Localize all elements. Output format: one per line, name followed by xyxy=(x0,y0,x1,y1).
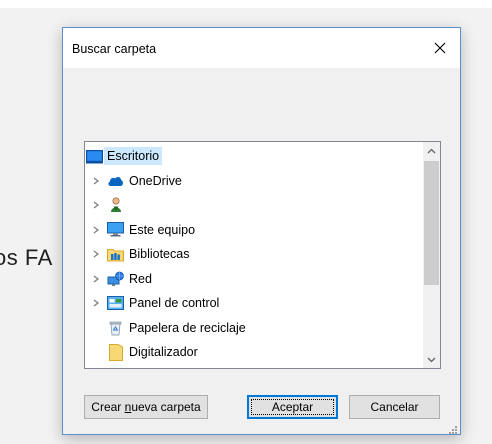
vertical-scrollbar[interactable] xyxy=(423,142,440,368)
resize-grip-icon xyxy=(449,426,457,434)
tree-item-digitalizador[interactable]: Digitalizador xyxy=(85,340,423,365)
user-folder-icon xyxy=(107,197,124,214)
tree-item-escritorio[interactable]: Escritorio xyxy=(85,144,423,169)
cancel-button[interactable]: Cancelar xyxy=(349,395,440,419)
tree-item-label: Bibliotecas xyxy=(129,247,190,262)
network-icon xyxy=(107,270,124,287)
recycle-bin-icon xyxy=(107,319,124,336)
tree-item-user[interactable] xyxy=(85,193,423,218)
expand-chevron-icon[interactable] xyxy=(90,224,102,236)
new-folder-button[interactable]: Crear n ueva carpeta xyxy=(84,395,208,419)
tree-item-label: OneDrive xyxy=(129,173,182,188)
tree-item-bibliotecas[interactable]: Bibliotecas xyxy=(85,242,423,267)
expand-chevron-icon[interactable] xyxy=(90,297,102,309)
browse-folder-dialog: Buscar carpeta Escritorio OneDrive Este … xyxy=(62,27,461,435)
background-top-bar xyxy=(0,0,492,8)
expand-chevron-icon[interactable] xyxy=(90,248,102,260)
background-partial-text: os FA xyxy=(0,245,53,270)
libraries-icon xyxy=(107,246,124,263)
close-button[interactable] xyxy=(420,28,460,68)
desktop-icon xyxy=(86,148,103,165)
expand-chevron-icon[interactable] xyxy=(90,175,102,187)
tree-item-panel-de-control[interactable]: Panel de control xyxy=(85,291,423,316)
dialog-titlebar[interactable]: Buscar carpeta xyxy=(63,28,460,68)
tree-item-label: Digitalizador xyxy=(129,345,198,360)
scroll-thumb[interactable] xyxy=(424,161,439,285)
dialog-title: Buscar carpeta xyxy=(72,42,157,56)
chevron-down-icon xyxy=(427,357,436,362)
control-panel-icon xyxy=(107,295,124,312)
resize-grip[interactable] xyxy=(448,422,458,434)
new-folder-label-suffix: ueva carpeta xyxy=(131,400,201,414)
tree-item-label: Este equipo xyxy=(129,222,196,237)
computer-icon xyxy=(107,221,124,238)
tree-item-label: Escritorio xyxy=(104,147,163,166)
folder-tree[interactable]: Escritorio OneDrive Este equipo Bibliote… xyxy=(84,141,441,369)
tree-item-papelera-de-reciclaje[interactable]: Papelera de reciclaje xyxy=(85,316,423,341)
close-icon xyxy=(434,42,446,54)
new-folder-label-prefix: Crear xyxy=(91,400,125,414)
onedrive-cloud-icon xyxy=(107,172,124,189)
tree-item-label: Red xyxy=(129,271,152,286)
accept-button[interactable]: Aceptar xyxy=(247,395,338,419)
folder-icon xyxy=(107,343,124,361)
scroll-up-button[interactable] xyxy=(423,142,440,159)
tree-item-onedrive[interactable]: OneDrive xyxy=(85,169,423,194)
tree-item-red[interactable]: Red xyxy=(85,267,423,292)
focus-rectangle xyxy=(251,399,334,415)
cancel-button-label: Cancelar xyxy=(370,400,419,414)
chevron-up-icon xyxy=(427,148,436,153)
expand-chevron-icon[interactable] xyxy=(90,273,102,285)
new-folder-label-accel: n xyxy=(124,400,132,414)
tree-item-este-equipo[interactable]: Este equipo xyxy=(85,218,423,243)
expand-chevron-icon[interactable] xyxy=(90,199,102,211)
scroll-down-button[interactable] xyxy=(423,351,440,368)
tree-item-label: Panel de control xyxy=(129,296,220,311)
tree-item-label: Papelera de reciclaje xyxy=(129,320,246,335)
